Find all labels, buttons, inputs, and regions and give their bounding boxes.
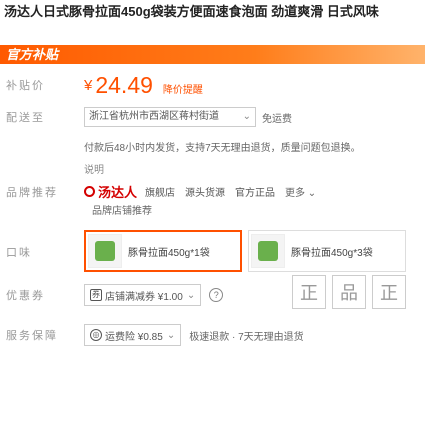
package-image bbox=[95, 241, 115, 261]
brand-sub-link[interactable]: 品牌店铺推荐 bbox=[92, 202, 152, 217]
sku-option-label: 豚骨拉面450g*3袋 bbox=[291, 247, 373, 259]
coupon-label: 优惠券 bbox=[6, 290, 45, 302]
tag-tile: 正 bbox=[292, 275, 326, 309]
coupon-text: 店铺满减券 ¥1.00 bbox=[105, 291, 183, 303]
brand-logo[interactable]: 汤达人 bbox=[84, 182, 137, 201]
brand-chip[interactable]: 源头货源 bbox=[185, 184, 225, 199]
sku-option-1[interactable]: 豚骨拉面450g*1袋 bbox=[84, 230, 242, 272]
help-icon[interactable]: ? bbox=[209, 288, 224, 302]
brand-chip[interactable]: 官方正品 bbox=[235, 184, 275, 199]
currency-symbol: ¥ bbox=[84, 76, 93, 94]
shield-icon: ◎ bbox=[90, 329, 102, 341]
chevron-down-icon: ⌄ bbox=[166, 329, 176, 341]
sku-label: 口味 bbox=[6, 247, 32, 259]
sku-option-2[interactable]: 豚骨拉面450g*3袋 bbox=[248, 230, 406, 272]
sku-row: 口味 豚骨拉面450g*1袋 豚骨拉面450g*3袋 bbox=[6, 230, 412, 272]
brand-label: 品牌推荐 bbox=[6, 186, 58, 199]
brand-more-label: 更多 bbox=[285, 188, 306, 199]
chevron-down-icon: ⌄ bbox=[242, 111, 251, 122]
notice-link[interactable]: 说明 bbox=[84, 160, 414, 182]
brand-name: 汤达人 bbox=[98, 185, 138, 200]
sku-option-label: 豚骨拉面450g*1袋 bbox=[128, 247, 210, 259]
service-row: 服务保障 ◎ 运费险 ¥0.85 ⌄ 极速退款 · 7天无理由退货 bbox=[6, 324, 304, 346]
tag-tiles: 正 品 正 bbox=[292, 275, 412, 309]
tag-tile: 正 bbox=[372, 275, 406, 309]
price-amount: 24.49 bbox=[95, 71, 153, 98]
chevron-down-icon: ⌄ bbox=[186, 289, 196, 301]
brand-more-dropdown[interactable]: 更多 ⌄ bbox=[285, 184, 316, 199]
sku-thumbnail bbox=[88, 234, 122, 268]
address-select-value: 浙江省杭州市西湖区蒋村街道 bbox=[89, 111, 219, 122]
sku-thumbnail bbox=[251, 234, 285, 268]
service-select[interactable]: ◎ 运费险 ¥0.85 ⌄ bbox=[84, 324, 182, 346]
notice-line: 付款后48小时内发货，支持7天无理由退货，质量问题包退换。 bbox=[84, 143, 361, 154]
coupon-select[interactable]: 券 店铺满减券 ¥1.00 ⌄ bbox=[84, 284, 202, 306]
service-more[interactable]: 极速退款 · 7天无理由退货 bbox=[189, 328, 303, 343]
address-select[interactable]: 浙江省杭州市西湖区蒋村街道 ⌄ bbox=[84, 107, 256, 127]
coupon-icon: 券 bbox=[90, 289, 102, 301]
shipping-fee: 免运费 bbox=[262, 113, 292, 125]
service-label: 服务保障 bbox=[6, 330, 58, 342]
brand-row: 品牌推荐 汤达人 旗舰店 源头货源 官方正品 更多 ⌄ bbox=[6, 182, 316, 201]
brand-logo-icon bbox=[84, 186, 95, 197]
shipping-label: 配送至 bbox=[6, 112, 45, 124]
shipping-notice: 付款后48小时内发货，支持7天无理由退货，质量问题包退换。 说明 bbox=[84, 138, 414, 182]
coupon-row: 优惠券 券 店铺满减券 ¥1.00 ⌄ ? bbox=[6, 284, 224, 306]
brand-chip[interactable]: 旗舰店 bbox=[145, 184, 175, 199]
product-title: 汤达人日式豚骨拉面450g袋装方便面速食泡面 劲道爽滑 日式风味 bbox=[4, 4, 379, 19]
service-text: 运费险 ¥0.85 bbox=[105, 331, 163, 343]
promo-banner: 官方补贴 bbox=[0, 45, 425, 64]
shipping-row: 配送至 浙江省杭州市西湖区蒋村街道 ⌄ 免运费 bbox=[6, 107, 292, 127]
price-alert-link[interactable]: 降价提醒 bbox=[163, 81, 203, 96]
price-label: 补贴价 bbox=[6, 80, 45, 92]
package-image bbox=[258, 241, 278, 261]
price-row: 补贴价 ¥ 24.49 降价提醒 bbox=[6, 70, 203, 100]
tag-tile: 品 bbox=[332, 275, 366, 309]
